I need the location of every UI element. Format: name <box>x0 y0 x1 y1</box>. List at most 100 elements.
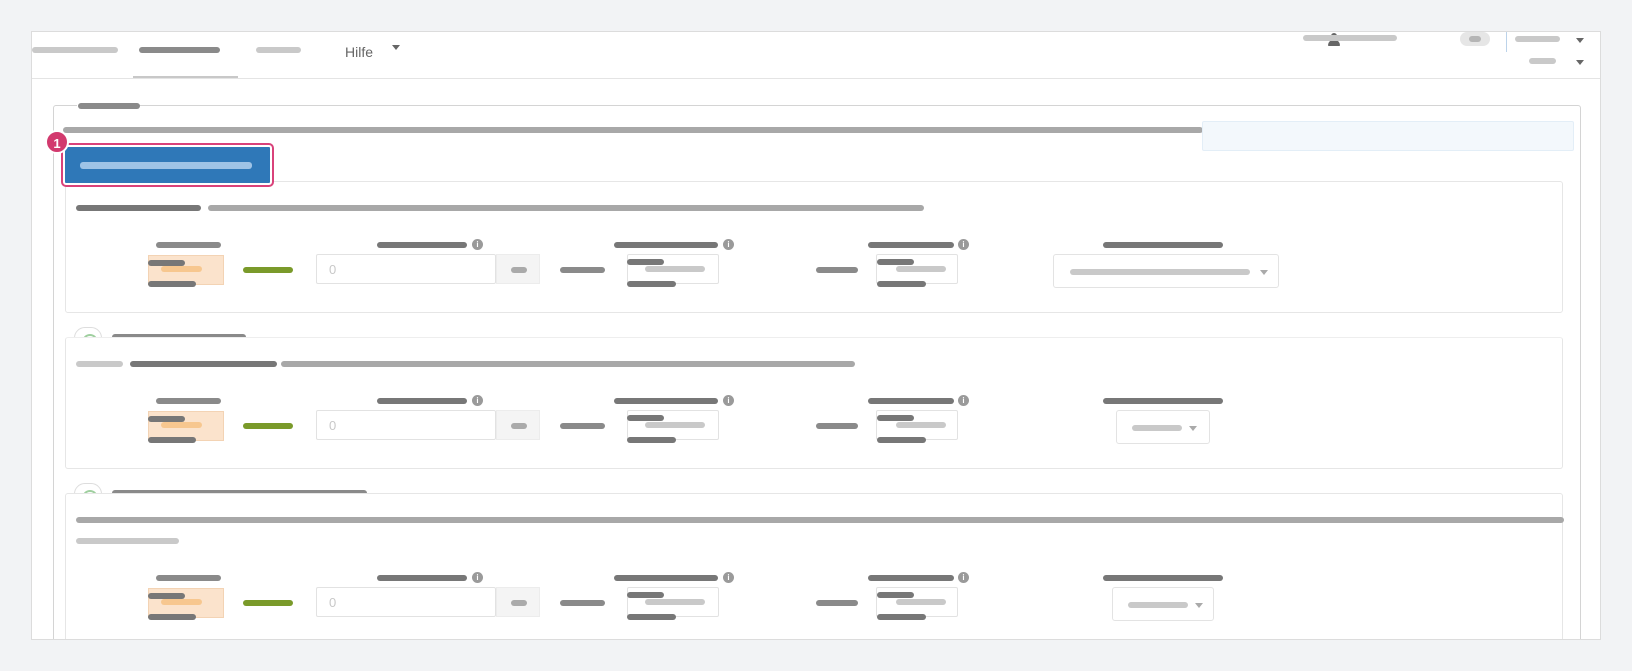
value-label-2 <box>627 614 676 620</box>
status-text-2 <box>148 614 196 620</box>
field-label <box>560 600 605 606</box>
status-indicator <box>243 423 293 429</box>
chevron-down-icon <box>1576 38 1584 43</box>
nav-help-menu[interactable]: Hilfe <box>345 44 373 60</box>
field-label <box>816 267 858 273</box>
info-icon[interactable]: i <box>723 572 734 583</box>
nav-divider <box>32 78 1600 79</box>
field-label <box>868 575 954 581</box>
section-1: i i i <box>65 181 1563 313</box>
info-icon[interactable]: i <box>958 395 969 406</box>
field-label <box>868 242 954 248</box>
status-indicator <box>243 600 293 606</box>
value-label-2 <box>627 281 676 287</box>
status-subtext <box>161 266 202 272</box>
chevron-down-icon <box>1260 270 1268 275</box>
info-icon[interactable]: i <box>958 239 969 250</box>
amount-input[interactable] <box>316 254 496 284</box>
status-subtext <box>161 422 202 428</box>
section-description-2 <box>76 538 179 544</box>
section-description <box>281 361 855 367</box>
field-label <box>560 267 605 273</box>
dropdown-value <box>1132 425 1182 431</box>
unit-addon <box>496 254 540 284</box>
field-label <box>816 423 858 429</box>
header-separator <box>1506 32 1507 52</box>
value-text <box>896 599 946 605</box>
info-icon[interactable]: i <box>723 239 734 250</box>
field-label <box>1103 398 1223 404</box>
unit-addon <box>496 587 540 617</box>
value-label-2 <box>877 281 926 287</box>
intro-text <box>63 127 1203 133</box>
field-label <box>614 575 718 581</box>
status-text-2 <box>148 437 196 443</box>
step-badge: 1 <box>45 130 69 154</box>
value-text <box>645 266 705 272</box>
value-label <box>877 415 914 421</box>
value-label <box>877 592 914 598</box>
value-label <box>877 259 914 265</box>
field-label <box>377 242 467 248</box>
value-text <box>896 266 946 272</box>
field-label <box>377 575 467 581</box>
dropdown-select[interactable] <box>1112 587 1214 621</box>
info-icon[interactable]: i <box>723 395 734 406</box>
status-badge <box>1460 32 1490 46</box>
language-menu[interactable] <box>1529 58 1556 64</box>
value-label <box>627 259 664 265</box>
field-label <box>156 398 221 404</box>
nav-item-2-active[interactable] <box>139 47 220 53</box>
primary-action-label <box>80 162 252 169</box>
value-text <box>896 422 946 428</box>
info-icon[interactable]: i <box>958 572 969 583</box>
value-label <box>627 592 664 598</box>
dropdown-select[interactable] <box>1116 410 1210 444</box>
value-label-2 <box>627 437 676 443</box>
value-label-2 <box>877 437 926 443</box>
nav-help-label: Hilfe <box>345 44 374 60</box>
value-text <box>645 422 705 428</box>
user-name[interactable] <box>1303 35 1397 41</box>
primary-action-button[interactable] <box>63 145 272 185</box>
value-text <box>645 599 705 605</box>
value-label-2 <box>877 614 926 620</box>
field-label <box>1103 575 1223 581</box>
section-3: i i i <box>65 493 1564 639</box>
chevron-down-icon <box>1576 60 1584 65</box>
amount-input[interactable] <box>316 410 496 440</box>
status-subtext <box>161 599 202 605</box>
info-icon[interactable]: i <box>472 395 483 406</box>
info-icon[interactable]: i <box>472 239 483 250</box>
field-label <box>560 423 605 429</box>
field-label <box>156 242 221 248</box>
unit-addon <box>496 410 540 440</box>
dropdown-value <box>1128 602 1188 608</box>
account-menu[interactable] <box>1515 36 1560 42</box>
field-label <box>614 398 718 404</box>
chevron-down-icon <box>1189 426 1197 431</box>
dropdown-value <box>1070 269 1250 275</box>
field-label <box>1103 242 1223 248</box>
value-label <box>627 415 664 421</box>
nav-item-3[interactable] <box>256 47 301 53</box>
field-label <box>614 242 718 248</box>
nav-item-1[interactable] <box>32 47 118 53</box>
status-indicator <box>243 267 293 273</box>
chevron-down-icon <box>1195 603 1203 608</box>
app-window: Hilfe i i i <box>31 31 1601 640</box>
section-description <box>76 517 1564 523</box>
section-description <box>208 205 924 211</box>
field-label <box>156 575 221 581</box>
section-title <box>76 205 201 211</box>
info-icon[interactable]: i <box>472 572 483 583</box>
fieldset-legend-text <box>78 103 140 109</box>
field-label <box>377 398 467 404</box>
status-text-2 <box>148 281 196 287</box>
section-subtitle <box>130 361 277 367</box>
section-tag <box>76 361 123 367</box>
chevron-down-icon <box>392 45 400 50</box>
field-label <box>816 600 858 606</box>
dropdown-select[interactable] <box>1053 254 1279 288</box>
amount-input[interactable] <box>316 587 496 617</box>
